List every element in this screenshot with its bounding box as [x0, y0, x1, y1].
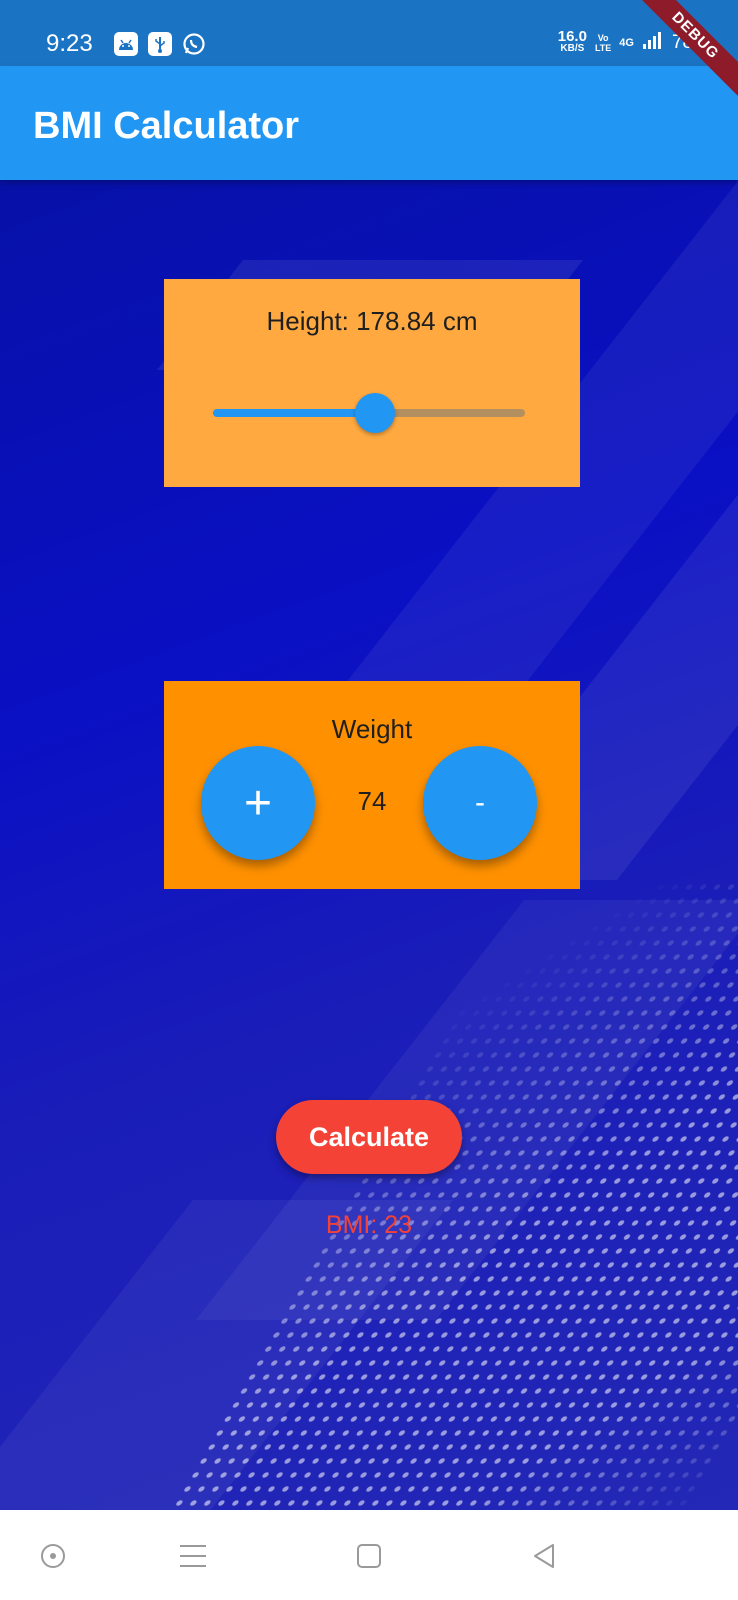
back-triangle-icon[interactable]: [522, 1534, 566, 1578]
network-type: 4G: [619, 36, 634, 49]
menu-icon[interactable]: [171, 1534, 215, 1578]
volte-bottom: LTE: [594, 42, 612, 53]
increment-weight-button[interactable]: +: [201, 746, 315, 860]
weight-value: 74: [357, 786, 387, 816]
volte-top: Vo: [597, 32, 609, 43]
network-speed: 16.0 KB/S: [557, 27, 587, 55]
weight-label: Weight: [331, 714, 413, 744]
height-card: Height: 178.84 cm: [164, 279, 580, 487]
notification-icons: [114, 32, 206, 56]
status-time: 9:23: [46, 30, 93, 57]
height-label: Height: 178.84 cm: [266, 306, 478, 336]
volte-indicator: Vo LTE: [595, 33, 611, 53]
navigation-bar: [0, 1510, 738, 1600]
network-speed-unit: KB/S: [560, 42, 585, 54]
calculate-button[interactable]: Calculate: [276, 1100, 462, 1174]
weight-card: Weight + 74 -: [164, 681, 580, 889]
decrement-weight-button[interactable]: -: [423, 746, 537, 860]
height-slider[interactable]: [213, 393, 525, 433]
signal-icon: [642, 30, 664, 55]
circle-dot-icon[interactable]: [31, 1534, 75, 1578]
content-area: Height: 178.84 cm Weight + 74 - Calculat…: [0, 180, 738, 1510]
height-slider-fill: [213, 409, 376, 417]
app-bar: BMI Calculator: [0, 66, 738, 180]
network-speed-value: 16.0: [557, 27, 587, 45]
whatsapp-icon: [182, 32, 206, 56]
bmi-result: BMI: 23: [325, 1211, 413, 1239]
height-slider-thumb[interactable]: [355, 393, 396, 433]
app-title: BMI Calculator: [33, 105, 300, 147]
status-bar: 9:23 16.0 KB/S Vo LTE 4G 78%: [0, 0, 738, 66]
square-icon[interactable]: [347, 1534, 391, 1578]
usb-icon: [148, 32, 172, 56]
android-icon: [114, 32, 138, 56]
